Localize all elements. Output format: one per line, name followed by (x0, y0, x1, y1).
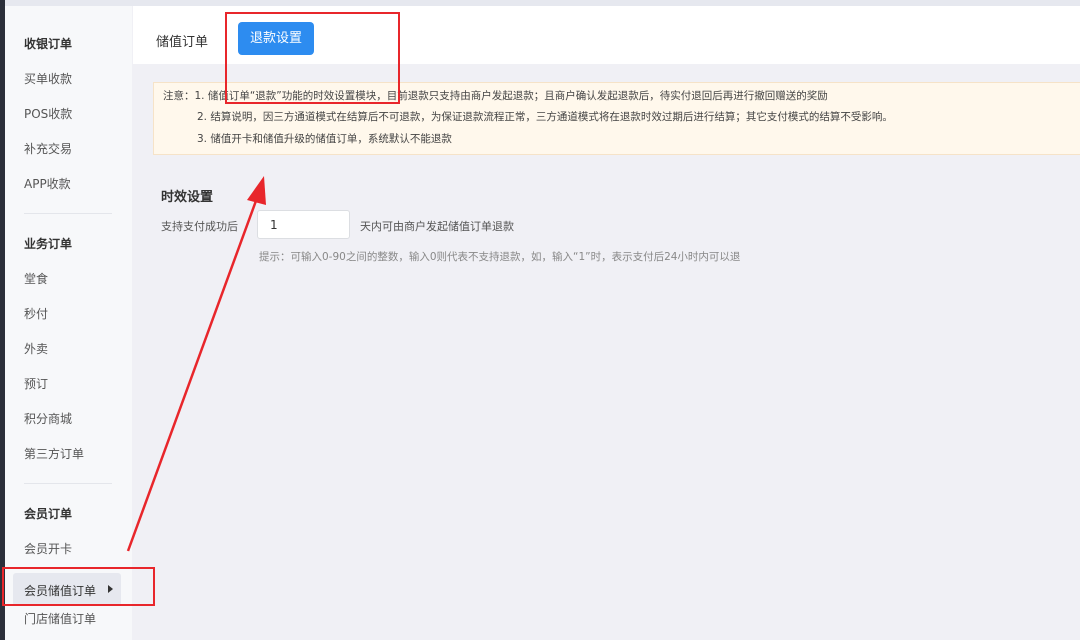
sidebar-item-points-mall[interactable]: 积分商城 (24, 411, 72, 427)
sidebar-item-pay-bill[interactable]: 买单收款 (24, 71, 72, 87)
refund-days-hint: 提示：可输入0-90之间的整数，输入0则代表不支持退款，如，输入“1”时，表示支… (259, 251, 741, 263)
annotation-arrow-line (126, 197, 259, 552)
sidebar-group-business: 业务订单 (24, 237, 73, 251)
sidebar-divider (24, 213, 112, 214)
notice-line-3: 3. 储值开卡和储值升级的储值订单，系统默认不能退款 (197, 133, 452, 145)
sidebar-group-member: 会员订单 (24, 507, 73, 521)
sidebar-item-third-party[interactable]: 第三方订单 (24, 446, 84, 462)
sidebar-item-member-card[interactable]: 会员开卡 (24, 541, 72, 557)
annotation-box-sidebar (2, 567, 155, 606)
sidebar-item-store-recharge[interactable]: 门店储值订单 (24, 611, 96, 627)
tab-recharge-orders[interactable]: 储值订单 (156, 31, 208, 50)
annotation-box-tab (225, 12, 400, 104)
sidebar-item-pos[interactable]: POS收款 (24, 106, 72, 122)
sidebar-item-supplement[interactable]: 补充交易 (24, 141, 72, 157)
sidebar-item-takeout[interactable]: 外卖 (24, 341, 48, 357)
refund-days-label: 支持支付成功后 (161, 220, 238, 233)
sidebar-item-dine-in[interactable]: 堂食 (24, 271, 48, 287)
sidebar-item-app[interactable]: APP收款 (24, 176, 71, 192)
section-title: 时效设置 (161, 190, 214, 205)
sidebar-group-cashier: 收银订单 (24, 37, 73, 51)
sidebar-item-reservation[interactable]: 预订 (24, 376, 48, 392)
sidebar: 收银订单 买单收款 POS收款 补充交易 APP收款 业务订单 堂食 秒付 外卖… (5, 6, 132, 640)
annotation-arrow-head (247, 176, 266, 205)
refund-days-input[interactable] (257, 210, 350, 239)
sidebar-divider (24, 483, 112, 484)
sidebar-item-quick-pay[interactable]: 秒付 (24, 306, 48, 322)
refund-days-suffix: 天内可由商户发起储值订单退款 (360, 220, 514, 233)
notice-line-2: 2. 结算说明，因三方通道模式在结算后不可退款，为保证退款流程正常，三方通道模式… (197, 111, 893, 123)
